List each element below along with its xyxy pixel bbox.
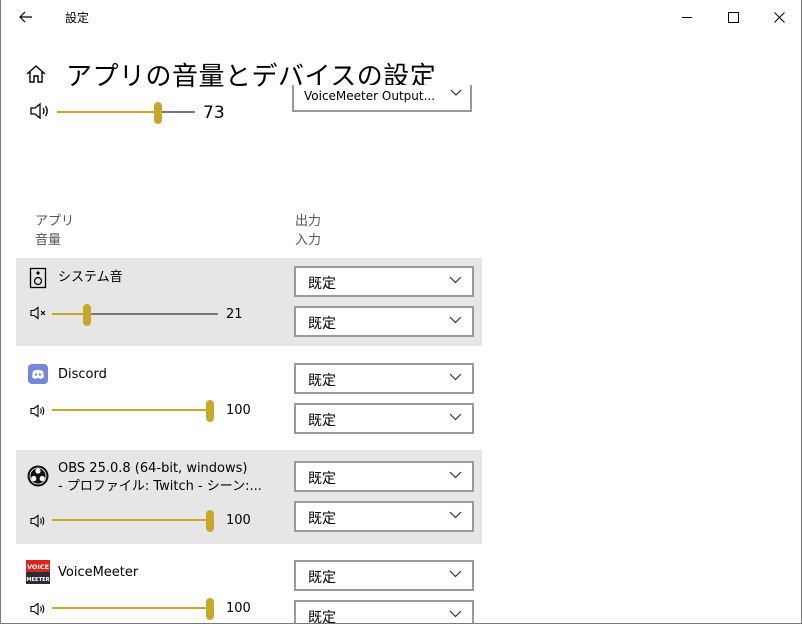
input-device-label: 既定 [308,610,336,624]
window-title: 設定 [65,11,90,25]
master-volume-icon[interactable] [29,101,51,125]
master-volume-slider[interactable] [57,102,195,124]
app-name: OBS 25.0.8 (64-bit, windows) [58,461,248,476]
slider-fill [52,519,214,521]
app-volume-value: 100 [226,403,251,418]
settings-window: 設定 アプリの音量とデバイスの設定 73 VoiceMeeter Output.… [0,0,802,624]
back-button[interactable] [13,6,39,28]
app-row-system-sounds: システム音 21 既定 既定 [16,258,482,346]
input-device-select[interactable]: 既定 [294,600,474,624]
slider-thumb[interactable] [206,510,214,532]
input-column-label: 入力 [295,233,322,248]
speaker-icon [27,267,49,289]
chevron-down-icon [449,610,462,618]
slider-thumb[interactable] [153,102,162,124]
voicemeeter-icon-bottom-text: MEETER [26,577,49,583]
input-device-label: 既定 [308,413,336,429]
app-volume-value: 21 [226,307,243,322]
input-device-label: 既定 [308,316,336,332]
chevron-down-icon [450,89,462,96]
volume-column-label: 音量 [35,233,62,248]
chevron-down-icon [449,511,462,519]
slider-thumb[interactable] [82,304,91,326]
close-icon [773,11,785,23]
app-column-label: アプリ [35,214,75,229]
voicemeeter-icon-top-text: VOICE [27,563,49,571]
app-volume-slider[interactable] [52,400,214,422]
chevron-down-icon [449,471,462,479]
chevron-down-icon [449,316,462,324]
app-row-obs: OBS 25.0.8 (64-bit, windows) - プロファイル: T… [16,450,482,544]
speaker-muted-icon [30,306,46,320]
maximize-button[interactable] [710,0,756,34]
minimize-button[interactable] [664,0,710,34]
input-device-select[interactable]: 既定 [294,306,474,337]
master-volume-value: 73 [203,103,225,123]
minimize-icon [681,16,692,18]
app-volume-value: 100 [226,513,251,528]
obs-icon [27,465,49,487]
mute-toggle[interactable] [30,601,50,620]
voicemeeter-icon: VOICE MEETER [26,560,50,584]
slider-fill [52,409,214,411]
app-name-line2: - プロファイル: Twitch - シーン:... [58,479,262,494]
speaker-volume-icon [30,102,48,120]
arrow-left-icon [19,11,32,23]
input-device-label: 既定 [308,511,336,527]
master-output-device-label: VoiceMeeter Output... [304,89,436,103]
app-volume-slider[interactable] [52,510,214,532]
home-button[interactable] [25,63,47,85]
discord-icon [27,363,49,385]
output-device-select[interactable]: 既定 [294,266,474,297]
output-device-select[interactable]: 既定 [294,560,474,591]
mute-toggle[interactable] [30,305,50,324]
app-column-header: アプリ 音量 [35,212,74,250]
mute-toggle[interactable] [30,513,50,532]
slider-thumb[interactable] [206,400,214,422]
slider-fill [57,111,158,113]
app-volume-value: 100 [226,601,251,616]
output-device-label: 既定 [308,276,336,292]
input-device-select[interactable]: 既定 [294,403,474,434]
output-column-label: 出力 [295,214,322,229]
output-device-select[interactable]: 既定 [294,363,474,394]
speaker-volume-icon [30,602,45,616]
slider-thumb[interactable] [206,598,214,620]
output-device-select[interactable]: 既定 [294,461,474,492]
chevron-down-icon [449,413,462,421]
slider-fill [52,607,214,609]
output-device-label: 既定 [308,471,336,487]
speaker-volume-icon [30,514,45,528]
master-output-device-select[interactable]: VoiceMeeter Output... [292,85,472,112]
input-device-select[interactable]: 既定 [294,501,474,532]
mute-toggle[interactable] [30,403,50,422]
io-column-header: 出力 入力 [295,212,321,250]
chevron-down-icon [449,276,462,284]
home-icon [26,65,46,83]
app-volume-slider[interactable] [52,598,214,620]
app-name: VoiceMeeter [58,565,139,580]
chevron-down-icon [449,570,462,578]
app-row-discord: Discord 100 既定 既定 [16,354,482,442]
close-button[interactable] [756,0,801,34]
maximize-icon [727,11,739,23]
chevron-down-icon [449,373,462,381]
title-bar: 設定 [1,0,801,34]
slider-fill [52,313,87,315]
output-device-label: 既定 [308,570,336,586]
app-row-voicemeeter: VOICE MEETER VoiceMeeter 100 既定 既定 [16,552,482,624]
output-device-label: 既定 [308,373,336,389]
app-name: Discord [58,367,107,382]
speaker-volume-icon [30,404,45,418]
app-volume-slider[interactable] [52,304,218,326]
app-name: システム音 [58,270,123,285]
